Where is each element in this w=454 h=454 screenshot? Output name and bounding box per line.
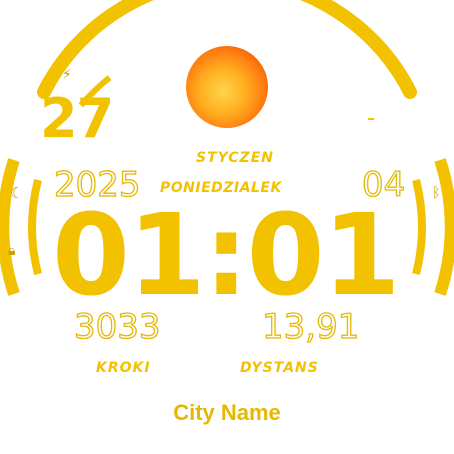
left-bracket-inner — [28, 179, 42, 275]
steps-label: KROKI — [96, 360, 151, 376]
city-name[interactable]: City Name — [0, 400, 454, 426]
right-bracket — [434, 158, 454, 296]
right-bracket-inner — [412, 179, 426, 275]
distance-value[interactable]: 13,91 — [261, 309, 360, 344]
watch-face: ⚡ ☾ 🔒︎ ᛒ 27 STYCZEN 2025 PONIEDZIALEK 04… — [0, 0, 454, 454]
day-of-month: 27 — [40, 87, 114, 150]
month-name: STYCZEN — [196, 150, 274, 166]
steps-value[interactable]: 3033 — [73, 309, 161, 344]
bluetooth-icon: ᛒ — [432, 185, 441, 201]
distance-label: DYSTANS — [240, 360, 319, 376]
left-bracket — [0, 158, 20, 296]
sun-icon[interactable] — [186, 46, 268, 128]
digital-time[interactable]: 01:01 — [52, 200, 401, 312]
status-dash — [368, 118, 374, 120]
lightning-icon: ⚡ — [62, 67, 72, 83]
lock-icon: 🔒︎ — [8, 243, 16, 259]
moon-icon: ☾ — [10, 184, 24, 202]
